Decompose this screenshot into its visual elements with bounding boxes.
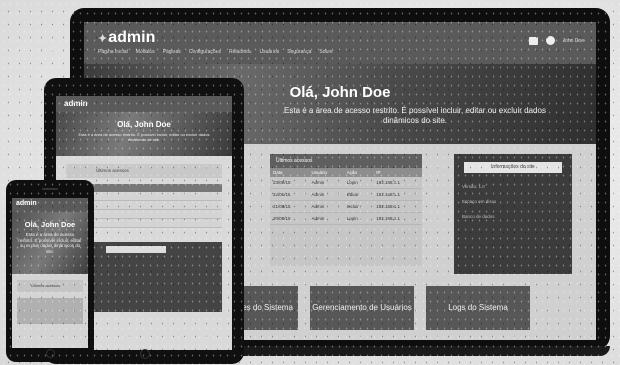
- phone-hero-title: Olá, John Doe: [24, 220, 76, 229]
- info-line: Banco de dados: [462, 214, 495, 219]
- info-line: Espaço em disco: [462, 199, 497, 204]
- shortcut-tiles: Configurações do Sistema Gerenciamento d…: [194, 286, 530, 330]
- cell-action: Login: [343, 212, 374, 225]
- cell-ip: 192.168.1.1: [373, 188, 422, 201]
- recent-access-panel: Últimos acessos Data Usuário Ação IP 23/…: [270, 154, 422, 266]
- navbar-actions: John Doe: [528, 36, 584, 45]
- menu-item-security[interactable]: Segurança: [287, 49, 311, 55]
- phone-speaker: [42, 188, 58, 190]
- tablet-logo[interactable]: admin: [56, 96, 232, 111]
- menu-item-settings[interactable]: Configurações: [189, 49, 221, 55]
- phone-home-button[interactable]: [46, 349, 55, 358]
- phone-hero-subtitle: Esta é a área de acesso restrito. É poss…: [18, 232, 82, 254]
- logo-mark-icon: ✦: [98, 33, 108, 45]
- cell-ip: 192.168.1.1: [373, 177, 422, 189]
- access-table: Data Usuário Ação IP 23/08/15 Admin Logi…: [270, 168, 422, 225]
- tablet-navbar: admin: [56, 96, 232, 112]
- column-header[interactable]: IP: [373, 168, 422, 177]
- cell-user: Admin: [308, 177, 344, 189]
- table-row[interactable]: 21/08/15 Admin Incluir 192.168.1.1: [270, 200, 422, 213]
- table-row[interactable]: 23/08/15 Admin Login 192.168.1.1: [270, 177, 422, 189]
- table-row[interactable]: 22/08/15 Admin Editar 192.168.1.1: [270, 188, 422, 201]
- cell-user: Admin: [308, 200, 344, 213]
- info-line: Versão: 1.0: [462, 184, 485, 189]
- tablet-hero-subtitle: Esta é a área de acesso restrito. É poss…: [78, 132, 210, 142]
- column-header[interactable]: Usuário: [308, 168, 344, 177]
- user-menu[interactable]: John Doe: [563, 38, 584, 44]
- tile-user-management[interactable]: Gerenciamento de Usuários: [310, 286, 414, 330]
- panel-title: Últimos acessos: [270, 154, 422, 168]
- phone-recent-card[interactable]: Últimos acessos: [17, 280, 83, 292]
- menu-item-users[interactable]: Usuários: [260, 49, 280, 55]
- site-info-button[interactable]: Informações do site: [464, 162, 562, 173]
- phone-table-block: [17, 298, 83, 324]
- cell-action: Incluir: [343, 200, 374, 213]
- cell-ip: 192.168.1.1: [373, 212, 422, 225]
- phone-screen: admin Olá, John Doe Esta é a área de ace…: [12, 198, 88, 348]
- top-navbar: ✦admin Página Inicial Módulos Páginas Co…: [84, 22, 596, 64]
- print-icon[interactable]: [528, 36, 538, 45]
- menu-item-modules[interactable]: Módulos: [136, 49, 155, 55]
- menu-item-about[interactable]: Sobre: [319, 49, 332, 55]
- main-menu: Página Inicial Módulos Páginas Configura…: [98, 49, 333, 55]
- table-row[interactable]: 20/08/15 Admin Login 192.168.1.1: [270, 212, 422, 225]
- tablet-home-button[interactable]: [140, 349, 150, 359]
- column-header[interactable]: Ação: [343, 168, 374, 177]
- admin-logo[interactable]: ✦admin: [98, 29, 155, 47]
- tablet-info-button[interactable]: [106, 246, 166, 253]
- tablet-hero: Olá, John Doe Esta é a área de acesso re…: [56, 112, 232, 156]
- cell-date: 21/08/15: [270, 200, 309, 213]
- user-icon[interactable]: [545, 36, 555, 45]
- phone-device: admin Olá, John Doe Esta é a área de ace…: [6, 180, 94, 362]
- menu-item-pages[interactable]: Páginas: [163, 49, 181, 55]
- tablet-hero-title: Olá, John Doe: [117, 120, 171, 129]
- logo-text: admin: [108, 29, 156, 46]
- cell-date: 23/08/15: [270, 177, 309, 189]
- cell-ip: 192.168.1.1: [373, 200, 422, 213]
- phone-navbar: admin: [12, 198, 88, 212]
- cell-user: Admin: [308, 188, 344, 201]
- tablet-recent-card[interactable]: Últimos acessos: [66, 164, 222, 178]
- site-info-card: Informações do site Versão: 1.0 Espaço e…: [454, 154, 572, 274]
- menu-item-home[interactable]: Página Inicial: [98, 49, 128, 55]
- cell-action: Editar: [343, 188, 374, 201]
- cell-date: 22/08/15: [270, 188, 309, 201]
- cell-date: 20/08/15: [270, 212, 309, 225]
- phone-logo[interactable]: admin: [16, 200, 37, 207]
- column-header[interactable]: Data: [270, 168, 309, 177]
- phone-hero: Olá, John Doe Esta é a área de acesso re…: [12, 212, 88, 274]
- menu-item-reports[interactable]: Relatórios: [229, 49, 252, 55]
- tile-system-logs[interactable]: Logs do Sistema: [426, 286, 530, 330]
- product-mockup-scene: ✦admin Página Inicial Módulos Páginas Co…: [0, 0, 620, 365]
- cell-user: Admin: [308, 212, 344, 225]
- cell-action: Login: [343, 177, 374, 189]
- hero-subtitle: Esta é a área de acesso restrito. É poss…: [284, 106, 546, 125]
